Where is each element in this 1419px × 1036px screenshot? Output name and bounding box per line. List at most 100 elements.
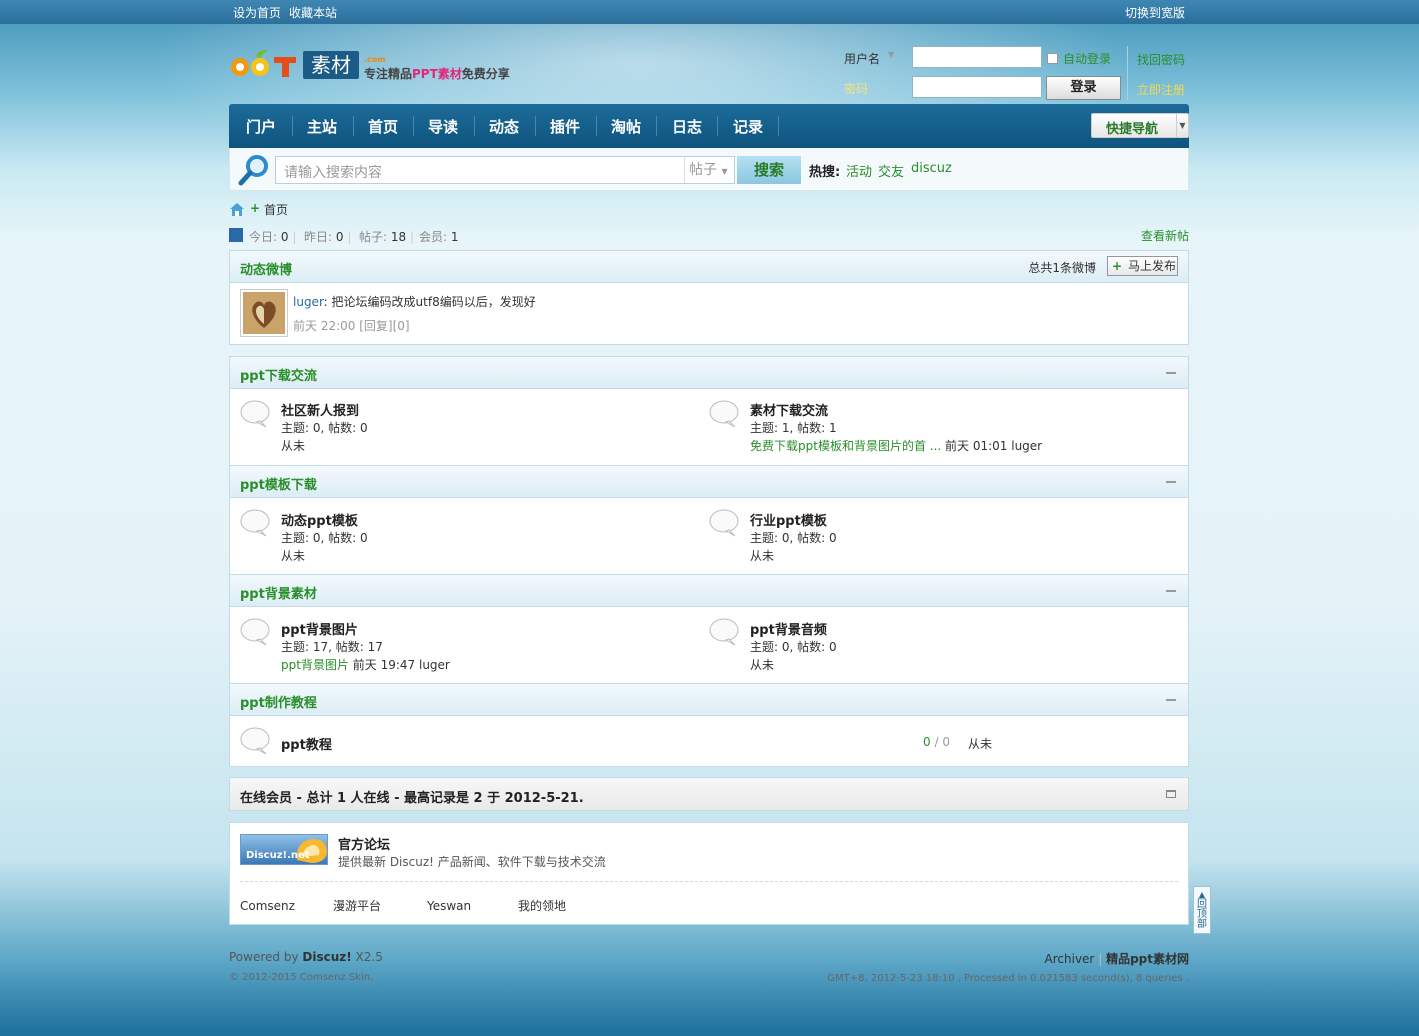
category-title[interactable]: ppt模板下载	[240, 474, 317, 493]
discuz-banner[interactable]: Discuz!.net	[240, 834, 328, 865]
forum-last: 从未	[750, 658, 775, 672]
search-input[interactable]: 请输入搜索内容 帖子 ▼	[275, 156, 735, 184]
footer-powered: Powered by Discuz! X2.5	[229, 950, 383, 964]
nav-item-blog[interactable]: 日志	[672, 116, 702, 137]
forum-bubble-icon	[709, 509, 739, 537]
category-title[interactable]: ppt制作教程	[240, 692, 317, 711]
weibo-post-meta: 前天 22:00 [回复][0]	[293, 319, 410, 333]
avatar-image	[243, 292, 285, 334]
collapse-icon[interactable]	[1166, 481, 1176, 483]
forum-name[interactable]: ppt背景图片	[281, 619, 358, 638]
footer-links: Archiver | 精品ppt素材网	[1044, 952, 1189, 966]
publish-button[interactable]: + 马上发布	[1107, 256, 1178, 276]
switch-width-link[interactable]: 切换到宽版	[1125, 4, 1185, 21]
nav-item-collection[interactable]: 淘帖	[611, 116, 641, 137]
bookmark-link[interactable]: 收藏本站	[289, 4, 337, 21]
official-forum-desc: 提供最新 Discuz! 产品新闻、软件下载与技术交流	[338, 855, 606, 869]
breadcrumb-current[interactable]: 首页	[264, 201, 288, 218]
collapse-icon[interactable]	[1166, 590, 1176, 592]
text-link[interactable]: Yeswan	[427, 899, 471, 913]
discuz-link[interactable]: Discuz!	[302, 950, 351, 964]
forum-last-link[interactable]: 免费下载ppt模板和背景图片的首 ...	[750, 439, 941, 453]
avatar[interactable]	[240, 289, 288, 337]
new-posts-link[interactable]: 查看新帖	[1141, 227, 1189, 244]
forum-meta: 主题: 0, 帖数: 0	[281, 421, 368, 435]
username-label: 用户名	[844, 52, 881, 66]
forum-name[interactable]: 素材下载交流	[750, 400, 828, 419]
back-to-top-button[interactable]: ▲ 回顶部	[1193, 886, 1211, 934]
nav-item-home[interactable]: 首页	[368, 116, 398, 137]
auto-login-label: 自动登录	[1063, 52, 1112, 66]
forum-bubble-icon	[240, 400, 270, 428]
quick-nav-button[interactable]: 快捷导航 ▼	[1091, 113, 1189, 138]
nav-divider	[474, 116, 475, 136]
collapse-icon[interactable]	[1166, 699, 1176, 701]
nav-divider	[353, 116, 354, 136]
nav-item-plugin[interactable]: 插件	[550, 116, 580, 137]
forum-meta: 主题: 1, 帖数: 1	[750, 421, 837, 435]
archiver-link[interactable]: Archiver	[1045, 952, 1095, 966]
password-label: 密码	[844, 82, 869, 96]
text-link[interactable]: 我的领地	[518, 897, 566, 914]
search-scope-select[interactable]: 帖子 ▼	[684, 157, 734, 183]
auto-login-checkbox[interactable]	[1047, 53, 1058, 64]
forum-name[interactable]: ppt背景音频	[750, 619, 827, 638]
register-link[interactable]: 立即注册	[1137, 81, 1185, 98]
hot-term-link[interactable]: 交友	[878, 161, 904, 180]
chevron-down-icon: ▼	[1176, 114, 1188, 137]
site-logo[interactable]: 素材 .com 专注精品PPT素材免费分享	[230, 44, 510, 84]
stat-today: 今日: 0 |	[249, 230, 297, 244]
forum-stats: 今日: 0 | 昨日: 0 | 帖子: 18 | 会员: 1 查看新帖	[229, 227, 1189, 245]
nav-item-portal[interactable]: 门户	[246, 116, 276, 137]
category-panel: ppt下载交流 社区新人报到 主题: 0, 帖数: 0 从未 素材下载交流 主题…	[229, 356, 1189, 466]
set-home-link[interactable]: 设为首页	[233, 4, 281, 21]
forum-bubble-icon	[240, 509, 270, 537]
nav-item-main[interactable]: 主站	[307, 116, 337, 137]
forum-bubble-icon	[709, 400, 739, 428]
nav-divider	[596, 116, 597, 136]
category-title[interactable]: ppt背景素材	[240, 583, 317, 602]
forum-last: 从未	[750, 549, 775, 563]
nav-item-record[interactable]: 记录	[733, 116, 763, 137]
forum-name[interactable]: 社区新人报到	[281, 400, 359, 419]
site-name-link[interactable]: 精品ppt素材网	[1106, 952, 1189, 966]
username-dropdown-icon[interactable]: ▼	[888, 50, 894, 59]
nav-item-guide[interactable]: 导读	[428, 116, 458, 137]
official-forum-title[interactable]: 官方论坛	[338, 834, 390, 853]
nav-divider	[413, 116, 414, 136]
login-box: 用户名 ▼ 自动登录 密码 登录 找回密码 立即注册	[840, 46, 1190, 102]
forum-name[interactable]: ppt教程	[281, 734, 332, 753]
expand-icon[interactable]	[1166, 790, 1176, 798]
forum-last: 从未	[281, 549, 306, 563]
forum-counts: 0 / 0	[923, 735, 950, 749]
search-bar: 请输入搜索内容 帖子 ▼ 搜索 热搜: 活动 交友 discuz	[229, 148, 1189, 191]
forum-name[interactable]: 行业ppt模板	[750, 510, 827, 529]
forum-name[interactable]: 动态ppt模板	[281, 510, 358, 529]
category-title[interactable]: ppt下载交流	[240, 365, 317, 384]
quick-nav-label: 快捷导航	[1106, 122, 1159, 137]
hot-term-link[interactable]: discuz	[911, 161, 952, 176]
nav-item-feed[interactable]: 动态	[489, 116, 519, 137]
online-title[interactable]: 在线会员 - 总计 1 人在线 - 最高记录是 2 于 2012-5-21.	[240, 787, 584, 806]
weibo-reply-link[interactable]: [回复][0]	[359, 319, 409, 333]
category-header: ppt模板下载	[230, 466, 1188, 498]
collapse-icon[interactable]	[1166, 372, 1176, 374]
back-to-top-label: 回顶部	[1197, 899, 1207, 930]
forum-last-link[interactable]: ppt背景图片	[281, 658, 349, 672]
search-button[interactable]: 搜索	[737, 156, 801, 184]
login-button[interactable]: 登录	[1046, 76, 1121, 100]
password-input[interactable]	[912, 76, 1042, 98]
category-panel: ppt背景素材 ppt背景图片 主题: 17, 帖数: 17 ppt背景图片 前…	[229, 574, 1189, 684]
logo-slogan: 专注精品PPT素材免费分享	[364, 67, 510, 81]
hot-term-link[interactable]: 活动	[846, 161, 872, 180]
username-input[interactable]	[912, 46, 1042, 68]
forum-last: ppt背景图片 前天 19:47 luger	[281, 658, 450, 672]
text-link[interactable]: Comsenz	[240, 899, 295, 913]
text-link[interactable]: 漫游平台	[333, 897, 381, 914]
footer-processed: GMT+8, 2012-5-23 18:10 , Processed in 0.…	[827, 973, 1189, 984]
weibo-title[interactable]: 动态微博	[240, 259, 292, 278]
logo-sucai: 素材	[303, 51, 359, 79]
main-nav: 门户 主站 首页 导读 动态 插件 淘帖 日志 记录 快捷导航 ▼	[229, 104, 1189, 148]
home-icon[interactable]	[229, 201, 245, 217]
find-password-link[interactable]: 找回密码	[1137, 51, 1185, 68]
